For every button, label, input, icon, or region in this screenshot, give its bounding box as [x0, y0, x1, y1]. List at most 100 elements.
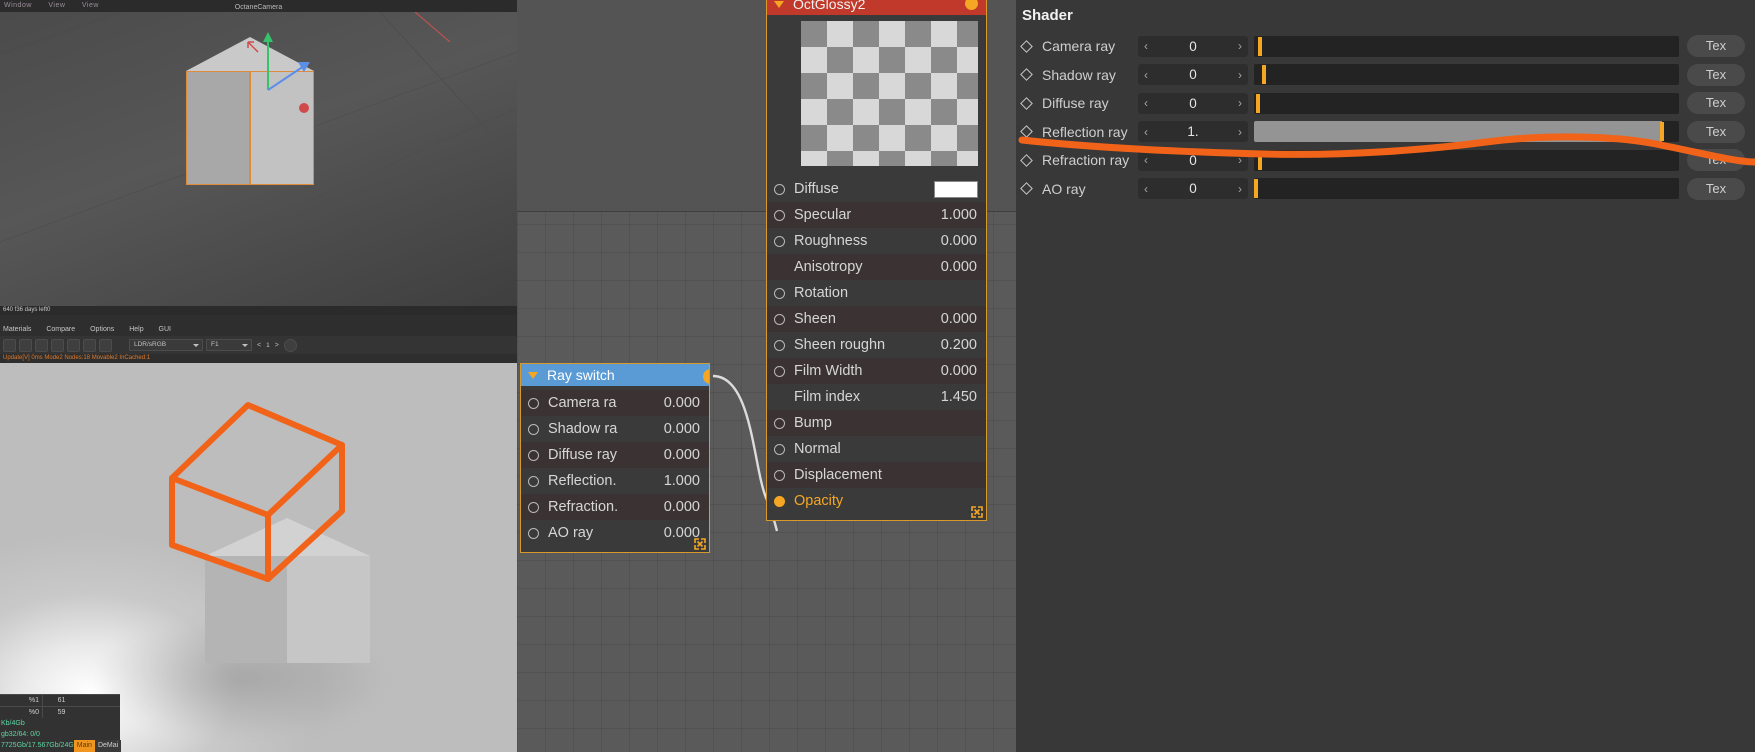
material-menu-materials[interactable]: Materials	[3, 326, 31, 333]
material-menubar[interactable]: Materials Compare Options Help GUI	[0, 323, 517, 336]
node-row-value[interactable]: 0.000	[664, 447, 700, 463]
texture-button[interactable]: Tex	[1687, 63, 1745, 86]
node-resize-handle[interactable]	[694, 538, 706, 550]
texture-button[interactable]: Tex	[1687, 177, 1745, 200]
shader-row-slider[interactable]	[1254, 92, 1679, 114]
toolbar-button-6[interactable]	[83, 338, 96, 352]
input-pin-icon[interactable]	[774, 235, 785, 247]
shader-row-spinner[interactable]: ‹ 0 ›	[1138, 149, 1248, 171]
collapse-triangle-icon[interactable]	[774, 1, 784, 8]
stats-tag-main[interactable]: Main	[73, 740, 95, 752]
color-swatch[interactable]	[934, 180, 978, 198]
node-ray-switch-row[interactable]: Refraction. 0.000	[521, 494, 709, 520]
node-editor-canvas[interactable]: Ray switch Camera ra 0.000 Shadow ra 0.000 D…	[517, 0, 1016, 752]
prev-page-arrow[interactable]: <	[255, 342, 263, 349]
node-oct-glossy2-row[interactable]: Opacity	[767, 488, 986, 514]
shader-row-spinner[interactable]: ‹ 0 ›	[1138, 64, 1248, 86]
shader-row-shadow-ray[interactable]: Shadow ray ‹ 0 › Tex	[1016, 61, 1755, 90]
node-row-value[interactable]: 0.200	[941, 337, 977, 353]
node-row-value[interactable]: 0.000	[941, 363, 977, 379]
shader-row-ao-ray[interactable]: AO ray ‹ 0 › Tex	[1016, 175, 1755, 204]
viewport-3d[interactable]: Window View View OctaneCamera 640 f36 da…	[0, 0, 517, 315]
material-toolbar[interactable]: LDR/sRGB F1 < 1 >	[0, 336, 517, 354]
node-row-value[interactable]: 1.000	[664, 473, 700, 489]
texture-button[interactable]: Tex	[1687, 149, 1745, 172]
material-menu-compare[interactable]: Compare	[46, 326, 75, 333]
shader-row-slider[interactable]	[1254, 121, 1679, 143]
collapse-triangle-icon[interactable]	[528, 372, 538, 379]
shader-row-slider[interactable]	[1254, 178, 1679, 200]
keyframe-diamond-icon[interactable]	[1020, 182, 1033, 196]
node-oct-glossy2-row[interactable]: Anisotropy 0.000	[767, 254, 986, 280]
toolbar-button-5[interactable]	[67, 338, 80, 352]
node-oct-glossy2-row[interactable]: Film Width 0.000	[767, 358, 986, 384]
shader-row-value[interactable]: 0	[1138, 181, 1248, 196]
material-menu-help[interactable]: Help	[129, 326, 143, 333]
transform-gizmo[interactable]	[246, 32, 326, 122]
slider-knob[interactable]	[1256, 93, 1261, 113]
input-pin-icon[interactable]	[774, 443, 785, 455]
slider-knob[interactable]	[1254, 179, 1259, 199]
node-oct-glossy2-row[interactable]: Film index 1.450	[767, 384, 986, 410]
shader-row-refraction-ray[interactable]: Refraction ray ‹ 0 › Tex	[1016, 146, 1755, 175]
node-oct-glossy2-row[interactable]: Roughness 0.000	[767, 228, 986, 254]
input-pin-icon[interactable]	[528, 527, 539, 539]
shader-row-spinner[interactable]: ‹ 0 ›	[1138, 178, 1248, 200]
node-oct-glossy2-title[interactable]: OctGlossy2	[767, 0, 986, 15]
node-ray-switch-row[interactable]: Diffuse ray 0.000	[521, 442, 709, 468]
shader-row-slider[interactable]	[1254, 149, 1679, 171]
viewport-menu-item-0[interactable]: Window	[4, 2, 32, 9]
shader-properties-panel[interactable]: Shader Camera ray ‹ 0 › Tex Shadow ray ‹ 0 › Tex D…	[1016, 0, 1755, 752]
shader-row-value[interactable]: 0	[1138, 153, 1248, 168]
stats-tag-demain[interactable]: DeMai	[94, 740, 122, 752]
input-pin-icon[interactable]	[774, 313, 785, 325]
keyframe-diamond-icon[interactable]	[1020, 96, 1033, 110]
node-row-value[interactable]: 0.000	[941, 259, 977, 275]
input-pin-icon[interactable]	[528, 423, 539, 435]
toolbar-button-3[interactable]	[35, 338, 48, 352]
keyframe-diamond-icon[interactable]	[1020, 125, 1033, 139]
input-pin-icon[interactable]	[774, 417, 785, 429]
shader-row-value[interactable]: 0	[1138, 39, 1248, 54]
slider-knob[interactable]	[1261, 65, 1266, 85]
node-oct-glossy2-row[interactable]: Sheen 0.000	[767, 306, 986, 332]
shader-row-spinner[interactable]: ‹ 1. ›	[1138, 121, 1248, 143]
node-ray-switch-row[interactable]: AO ray 0.000	[521, 520, 709, 546]
shader-row-diffuse-ray[interactable]: Diffuse ray ‹ 0 › Tex	[1016, 89, 1755, 118]
texture-button[interactable]: Tex	[1687, 35, 1745, 58]
shader-row-value[interactable]: 0	[1138, 67, 1248, 82]
node-oct-glossy2-row[interactable]: Rotation	[767, 280, 986, 306]
input-pin-icon[interactable]	[774, 469, 785, 481]
next-page-arrow[interactable]: >	[273, 342, 281, 349]
input-pin-icon[interactable]	[774, 365, 785, 377]
slider-knob[interactable]	[1258, 150, 1263, 170]
shader-row-camera-ray[interactable]: Camera ray ‹ 0 › Tex	[1016, 32, 1755, 61]
node-oct-glossy2-output-pin[interactable]	[965, 0, 978, 10]
shader-row-reflection-ray[interactable]: Reflection ray ‹ 1. › Tex	[1016, 118, 1755, 147]
input-pin-icon[interactable]	[528, 501, 539, 513]
viewport-menu-item-2[interactable]: View	[82, 2, 99, 9]
node-row-value[interactable]: 0.000	[664, 421, 700, 437]
node-resize-handle[interactable]	[971, 506, 983, 518]
node-row-value[interactable]: 0.000	[941, 311, 977, 327]
material-menu-gui[interactable]: GUI	[159, 326, 171, 333]
input-pin-icon[interactable]	[774, 209, 785, 221]
node-oct-glossy2-row[interactable]: Diffuse	[767, 176, 986, 202]
toolbar-button-7[interactable]	[99, 338, 112, 352]
keyframe-diamond-icon[interactable]	[1020, 68, 1033, 82]
input-pin-icon[interactable]	[774, 183, 785, 195]
shader-row-value[interactable]: 0	[1138, 96, 1248, 111]
node-oct-glossy2-row[interactable]: Sheen roughn 0.200	[767, 332, 986, 358]
node-oct-glossy2-row[interactable]: Displacement	[767, 462, 986, 488]
viewport-menu-item-1[interactable]: View	[48, 2, 65, 9]
keyframe-diamond-icon[interactable]	[1020, 153, 1033, 167]
slider-knob[interactable]	[1258, 36, 1263, 56]
texture-button[interactable]: Tex	[1687, 92, 1745, 115]
slider-knob[interactable]	[1660, 122, 1664, 142]
shader-row-slider[interactable]	[1254, 64, 1679, 86]
toolbar-button-1[interactable]	[3, 338, 16, 352]
toolbar-button-4[interactable]	[51, 338, 64, 352]
node-ray-switch-title[interactable]: Ray switch	[521, 364, 709, 386]
input-pin-icon[interactable]	[528, 397, 539, 409]
node-oct-glossy2-row[interactable]: Normal	[767, 436, 986, 462]
